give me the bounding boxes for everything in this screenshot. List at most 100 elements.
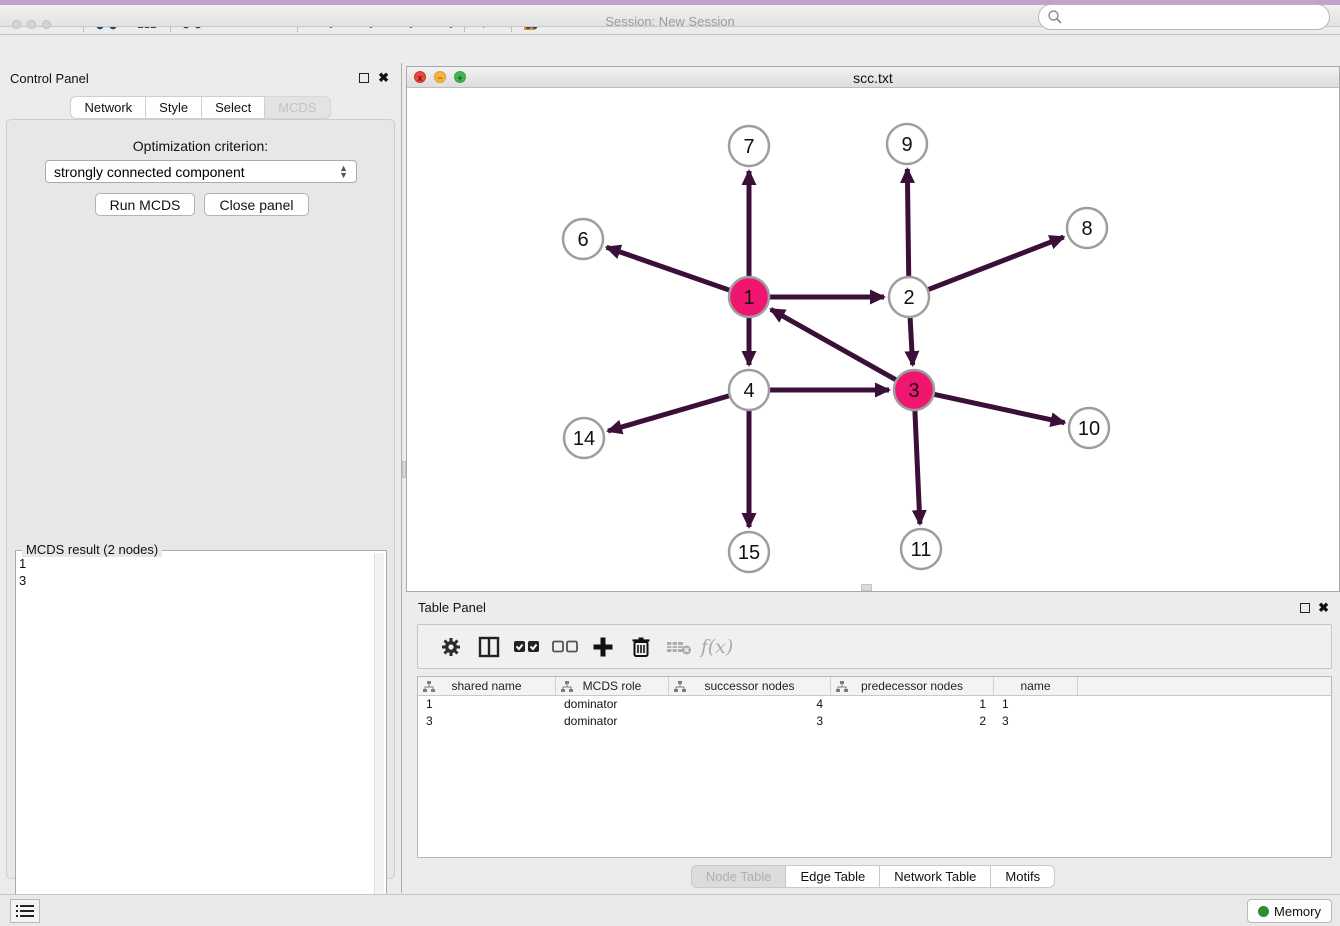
mcds-result-scrollbar[interactable] [374, 553, 384, 926]
graph-node-10[interactable]: 10 [1069, 408, 1109, 448]
select-all-icon[interactable] [508, 630, 546, 664]
table-cell[interactable]: 4 [669, 696, 831, 713]
node-label: 3 [908, 380, 919, 402]
tab-network-table[interactable]: Network Table [880, 865, 991, 888]
mcds-panel-body: Optimization criterion: strongly connect… [6, 119, 395, 879]
column-header-successor-nodes[interactable]: successor nodes [669, 677, 831, 695]
search-icon [1047, 9, 1063, 25]
network-window: x − + scc.txt 7 9 6 8 1 2 4 3 14 10 15 11 [406, 66, 1340, 592]
edge-2-9[interactable] [907, 169, 908, 276]
search-input[interactable] [1063, 7, 1329, 27]
optimization-criterion-label: Optimization criterion: [7, 138, 394, 154]
tab-motifs[interactable]: Motifs [991, 865, 1055, 888]
edge-2-8[interactable] [929, 237, 1064, 289]
float-panel-icon[interactable] [359, 73, 369, 83]
graph-node-15[interactable]: 15 [729, 532, 769, 572]
app-window: Session: New Session [0, 0, 1340, 926]
table-cell[interactable]: dominator [556, 696, 669, 713]
add-column-icon[interactable] [584, 630, 622, 664]
network-resize-grip[interactable] [861, 584, 872, 591]
edge-3-1[interactable] [771, 309, 896, 379]
column-header-shared-name[interactable]: shared name [418, 677, 556, 695]
table-cell[interactable]: 1 [831, 696, 994, 713]
tab-select[interactable]: Select [202, 96, 265, 119]
node-label: 6 [577, 229, 588, 251]
tab-network[interactable]: Network [70, 96, 146, 119]
deselect-all-icon[interactable] [546, 630, 584, 664]
graph-node-1[interactable]: 1 [729, 277, 769, 317]
graph-node-8[interactable]: 8 [1067, 208, 1107, 248]
node-table-body: 1dominator4113dominator323 [418, 696, 1331, 730]
network-window-title: scc.txt [407, 70, 1339, 86]
edge-4-14[interactable] [608, 396, 729, 431]
table-cell[interactable]: 3 [994, 713, 1078, 730]
table-panel-tabs: Node TableEdge TableNetwork TableMotifs [406, 865, 1340, 888]
close-panel-button[interactable]: Close panel [204, 193, 309, 216]
node-label: 10 [1078, 418, 1100, 440]
graph-node-7[interactable]: 7 [729, 126, 769, 166]
graph-node-11[interactable]: 11 [901, 529, 941, 569]
node-label: 1 [743, 287, 754, 309]
tab-edge-table[interactable]: Edge Table [786, 865, 880, 888]
table-cell[interactable]: 3 [669, 713, 831, 730]
edge-2-3[interactable] [910, 318, 913, 365]
tab-mcds[interactable]: MCDS [265, 96, 330, 119]
node-label: 7 [743, 136, 754, 158]
criterion-dropdown[interactable]: strongly connected component ▲▼ [45, 160, 357, 183]
column-header-MCDS-role[interactable]: MCDS role [556, 677, 669, 695]
node-label: 15 [738, 542, 760, 564]
memory-label: Memory [1274, 904, 1321, 919]
graph-node-9[interactable]: 9 [887, 124, 927, 164]
float-table-panel-icon[interactable] [1300, 603, 1310, 613]
column-header-predecessor-nodes[interactable]: predecessor nodes [831, 677, 994, 695]
memory-status-icon [1258, 906, 1269, 917]
column-header-name[interactable]: name [994, 677, 1078, 695]
control-panel: Control Panel ✖ NetworkStyleSelectMCDS O… [0, 63, 401, 893]
node-label: 4 [743, 380, 754, 402]
node-table: shared nameMCDS rolesuccessor nodesprede… [417, 676, 1332, 858]
control-panel-tabs: NetworkStyleSelectMCDS [0, 96, 401, 119]
close-panel-icon[interactable]: ✖ [378, 70, 389, 86]
criterion-dropdown-value: strongly connected component [54, 164, 245, 180]
node-label: 9 [901, 134, 912, 156]
search-box[interactable] [1038, 4, 1330, 30]
edge-1-6[interactable] [607, 247, 730, 290]
mcds-result-fieldset: MCDS result (2 nodes) 1 3 [15, 550, 387, 926]
delete-table-icon [660, 630, 698, 664]
tab-node-table[interactable]: Node Table [691, 865, 787, 888]
table-cell[interactable]: 2 [831, 713, 994, 730]
show-column-panel-icon[interactable] [470, 630, 508, 664]
graph-node-14[interactable]: 14 [564, 418, 604, 458]
table-cell[interactable]: 1 [418, 696, 556, 713]
node-table-header: shared nameMCDS rolesuccessor nodesprede… [418, 677, 1331, 696]
tab-style[interactable]: Style [146, 96, 202, 119]
dropdown-stepper-icon: ▲▼ [339, 165, 348, 179]
graph-node-2[interactable]: 2 [889, 277, 929, 317]
table-cell[interactable]: 1 [994, 696, 1078, 713]
close-table-panel-icon[interactable]: ✖ [1318, 600, 1329, 616]
network-window-titlebar[interactable]: x − + scc.txt [407, 67, 1339, 88]
table-settings-gear-icon[interactable] [432, 630, 470, 664]
node-label: 11 [911, 539, 932, 561]
mcds-result-text[interactable]: 1 3 [19, 555, 371, 925]
table-panel: Table Panel ✖ [406, 596, 1340, 893]
table-cell[interactable]: dominator [556, 713, 669, 730]
graph-node-4[interactable]: 4 [729, 370, 769, 410]
table-row[interactable]: 1dominator411 [418, 696, 1331, 713]
control-panel-title: Control Panel [10, 71, 89, 86]
table-cell[interactable]: 3 [418, 713, 556, 730]
network-canvas-svg[interactable]: 7 9 6 8 1 2 4 3 14 10 15 11 [407, 88, 1339, 591]
delete-column-trash-icon[interactable] [622, 630, 660, 664]
table-panel-title: Table Panel [418, 600, 486, 615]
table-row[interactable]: 3dominator323 [418, 713, 1331, 730]
node-label: 2 [903, 287, 914, 309]
run-mcds-button[interactable]: Run MCDS [95, 193, 195, 216]
function-builder-icon: f(x) [698, 630, 736, 664]
edge-3-11[interactable] [915, 411, 920, 524]
graph-node-6[interactable]: 6 [563, 219, 603, 259]
graph-node-3[interactable]: 3 [894, 370, 934, 410]
table-toolbar: f(x) [417, 624, 1332, 669]
edge-3-10[interactable] [935, 394, 1065, 422]
memory-button[interactable]: Memory [1247, 899, 1332, 923]
task-history-button[interactable] [10, 899, 40, 923]
